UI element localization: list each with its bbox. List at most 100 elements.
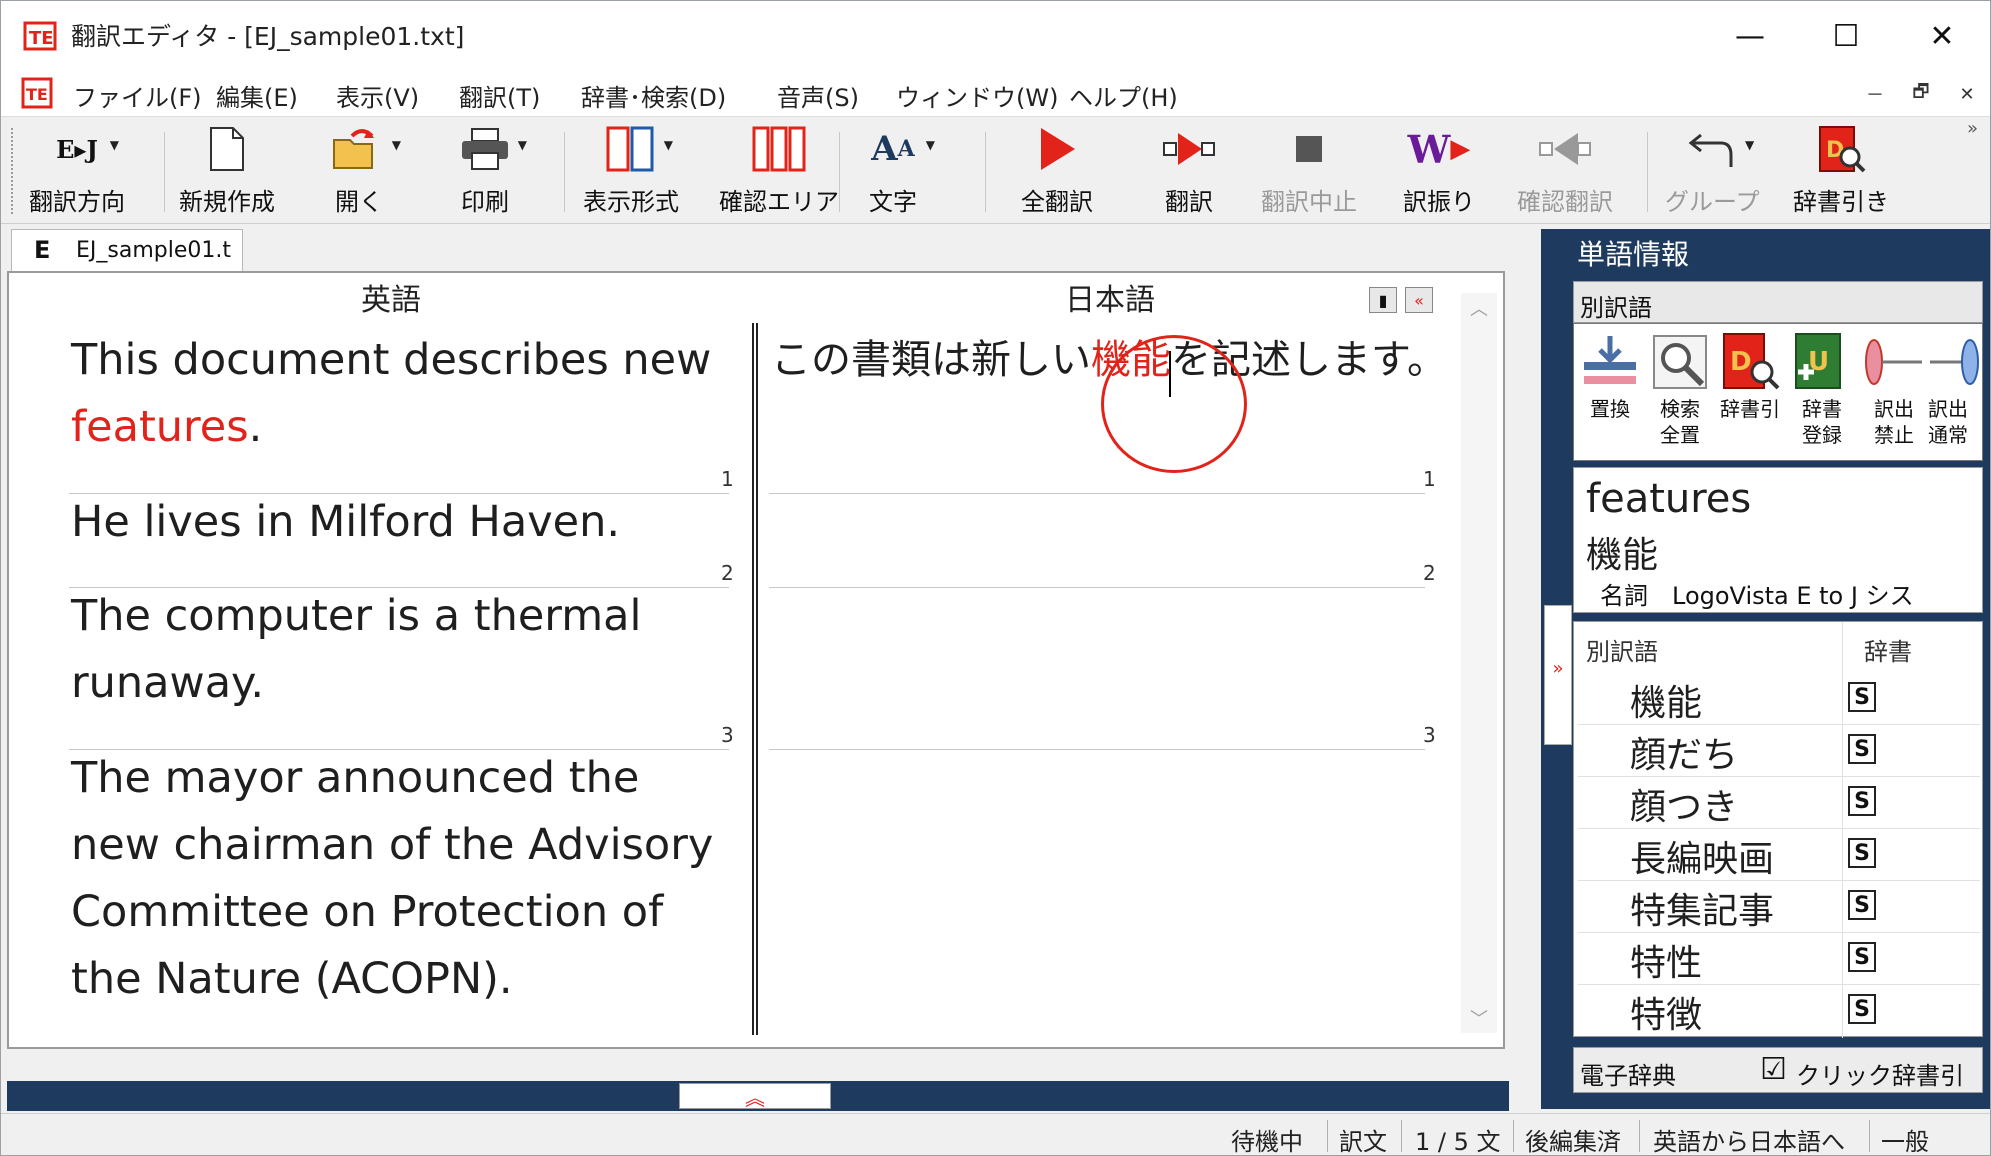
alt-word-item[interactable]: 機能: [1630, 674, 1702, 726]
source-sentence-2[interactable]: He lives in Milford Haven.: [71, 489, 721, 556]
assign-translation-button[interactable]: W ▶ 訳振り: [1403, 124, 1475, 220]
menu-view[interactable]: 表示(V): [336, 78, 419, 113]
menu-voice[interactable]: 音声(S): [777, 78, 859, 113]
direction-button[interactable]: E▸J ▼ 翻訳方向: [29, 124, 125, 220]
panel-toggle-button[interactable]: »: [1544, 605, 1572, 745]
new-document-button[interactable]: 新規作成: [179, 124, 275, 220]
vertical-scrollbar[interactable]: ︿ ﹀: [1461, 293, 1497, 1033]
expand-pane-handle[interactable]: ︽: [679, 1083, 831, 1110]
translate-button[interactable]: 翻訳: [1161, 124, 1217, 220]
new-document-icon: [199, 124, 255, 174]
dictionary-column-header: 辞書: [1864, 638, 1912, 666]
collapse-panel-button[interactable]: «: [1405, 287, 1433, 313]
menu-help[interactable]: ヘルプ(H): [1069, 78, 1178, 113]
status-separator: [1327, 1120, 1328, 1152]
click-lookup-checkbox[interactable]: ☑: [1760, 1052, 1787, 1087]
new-document-label: 新規作成: [179, 188, 275, 216]
translate-all-button[interactable]: 全翻訳: [1021, 124, 1093, 220]
column-divider[interactable]: [752, 323, 758, 1035]
alt-word-item[interactable]: 特徴: [1630, 986, 1702, 1038]
close-button[interactable]: ✕: [1894, 1, 1990, 71]
menu-window[interactable]: ウィンドウ(W): [896, 78, 1058, 113]
dictionary-lookup-button[interactable]: D 辞書引き: [1793, 124, 1889, 220]
status-direction: 英語から日本語へ: [1653, 1128, 1845, 1156]
document-tab[interactable]: E EJ_sample01.t: [11, 229, 243, 271]
display-format-label: 表示形式: [583, 188, 679, 216]
svg-text:TE: TE: [29, 28, 54, 49]
status-edited: 後編集済: [1525, 1128, 1621, 1156]
source-sentence-4[interactable]: The mayor announced the new chairman of …: [71, 745, 741, 1013]
mdi-restore-button[interactable]: 🗗: [1905, 79, 1937, 109]
text-cursor: [1169, 351, 1171, 397]
minimize-button[interactable]: —: [1702, 1, 1798, 71]
row-number: 3: [721, 723, 734, 747]
search-replace-icon[interactable]: [1650, 332, 1710, 392]
highlighted-source-word[interactable]: features: [71, 402, 249, 452]
menu-file[interactable]: ファイル(F): [73, 78, 202, 113]
font-size-icon: AA ▼: [871, 129, 935, 169]
scroll-down-icon[interactable]: ﹀: [1461, 1003, 1497, 1033]
alt-word-column-header: 別訳語: [1586, 638, 1658, 666]
source-sentence-3[interactable]: The computer is a thermal runaway.: [71, 583, 711, 717]
alternative-words-table: 別訳語 辞書 機能 S 顔だち S 顔つき S 長編映画 S 特集記事 S 特性…: [1573, 621, 1983, 1038]
toolbar-separator: [985, 132, 986, 212]
source-sentence-1[interactable]: This document describes new features.: [71, 327, 721, 461]
dictionary-lookup-label: 辞書引: [1720, 397, 1780, 421]
row-number: 3: [1423, 723, 1436, 747]
row-divider: [1578, 984, 1980, 985]
system-dictionary-badge: S: [1848, 682, 1876, 712]
panel-tools: 置換 検索 全置 D 辞書引 U 辞書 登録 訳出 禁止 訳出 通常: [1573, 323, 1983, 461]
row-number: 1: [1423, 467, 1436, 491]
chevron-down-icon: ▼: [517, 138, 527, 152]
scroll-up-icon[interactable]: ︿: [1461, 293, 1497, 323]
document-menu-icon[interactable]: TE: [21, 77, 53, 109]
dictionary-register-icon[interactable]: U: [1792, 332, 1852, 392]
alt-word-item[interactable]: 特性: [1630, 934, 1702, 986]
menu-dictionary[interactable]: 辞書･検索(D): [581, 78, 726, 113]
status-separator: [1869, 1120, 1870, 1152]
mdi-minimize-button[interactable]: －: [1859, 79, 1891, 109]
confirm-translate-button[interactable]: 確認翻訳: [1517, 124, 1613, 220]
row-divider: [1578, 724, 1980, 725]
replace-label: 置換: [1590, 397, 1630, 421]
menu-translate[interactable]: 翻訳(T): [459, 78, 540, 113]
alt-word-item[interactable]: 顔つき: [1630, 778, 1738, 830]
dictionary-lookup-icon[interactable]: D: [1720, 332, 1780, 392]
alt-word-item[interactable]: 長編映画: [1630, 830, 1774, 882]
system-dictionary-badge: S: [1848, 786, 1876, 816]
confirm-view-button[interactable]: ▮: [1369, 287, 1397, 313]
printer-icon: ▼: [457, 124, 527, 174]
normal-translation-icon[interactable]: [1928, 332, 1982, 392]
toolbar-overflow-button[interactable]: »: [1967, 118, 1978, 139]
dictionary-lookup-label: 辞書引き: [1793, 188, 1889, 216]
highlight-circle: [1101, 335, 1247, 473]
menu-edit[interactable]: 編集(E): [216, 78, 298, 113]
status-bar: 待機中 訳文 1 / 5 文 後編集済 英語から日本語へ 一般: [1, 1113, 1990, 1156]
status-sentence-count: 1 / 5 文: [1415, 1128, 1501, 1156]
confirm-area-button[interactable]: 確認エリア: [719, 124, 839, 220]
replace-icon[interactable]: [1580, 332, 1640, 392]
click-lookup-label: クリック辞書引: [1796, 1062, 1964, 1090]
group-button[interactable]: ▼ グループ: [1665, 124, 1760, 220]
row-number: 2: [721, 561, 734, 585]
chevron-down-icon: ▼: [925, 138, 935, 152]
row-number: 2: [1423, 561, 1436, 585]
prohibit-translation-icon[interactable]: [1864, 332, 1924, 392]
alt-word-item[interactable]: 特集記事: [1630, 882, 1774, 934]
display-format-icon: ▼: [603, 124, 673, 174]
dictionary-register-label: 辞書 登録: [1802, 397, 1842, 447]
text-style-button[interactable]: AA ▼ 文字: [865, 124, 935, 220]
stop-icon: [1281, 124, 1337, 174]
alt-word-item[interactable]: 顔だち: [1630, 726, 1738, 778]
mdi-close-button[interactable]: ✕: [1951, 79, 1983, 109]
dictionary-search-icon: D: [1813, 124, 1869, 174]
row-divider: [1578, 932, 1980, 933]
open-button[interactable]: ▼ 開く: [331, 124, 401, 220]
toolbar-grip[interactable]: [11, 128, 15, 214]
print-button[interactable]: ▼ 印刷: [457, 124, 527, 220]
chevron-down-icon: ▼: [109, 138, 119, 152]
translate-all-label: 全翻訳: [1021, 188, 1093, 216]
stop-translation-button[interactable]: 翻訳中止: [1261, 124, 1357, 220]
maximize-button[interactable]: ☐: [1798, 1, 1894, 71]
display-format-button[interactable]: ▼ 表示形式: [583, 124, 679, 220]
